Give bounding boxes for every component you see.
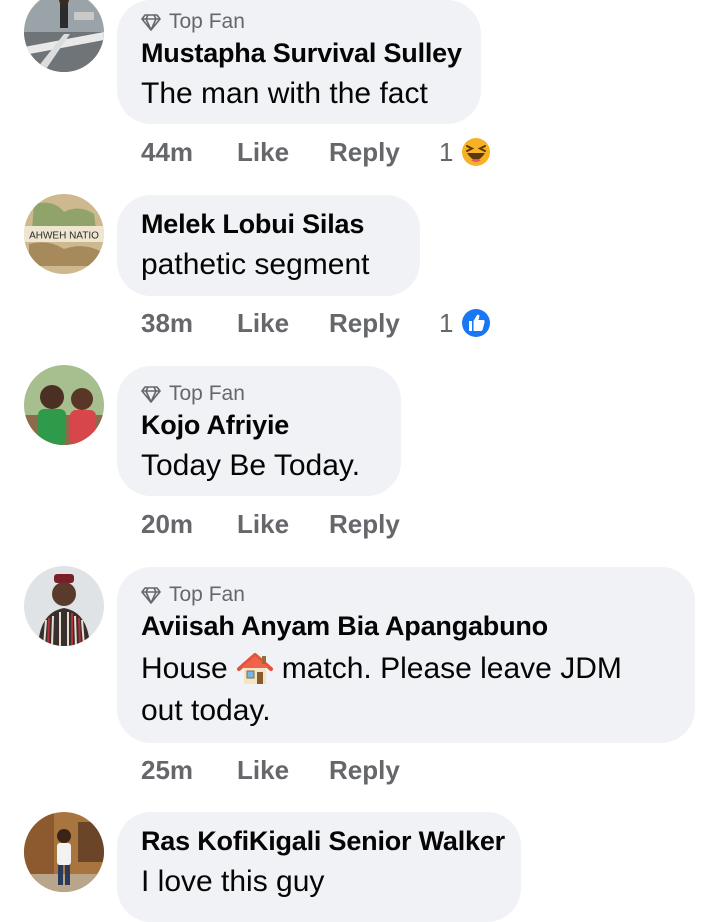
diamond-icon <box>141 587 161 604</box>
comment-actions: 44m Like Reply 1 <box>141 132 493 172</box>
reply-button[interactable]: Reply <box>329 755 439 786</box>
map-banner-avatar-icon: AHWEH NATIO <box>24 194 104 274</box>
top-fan-badge[interactable]: Top Fan <box>141 10 245 34</box>
commenter-name[interactable]: Kojo Afriyie <box>141 410 289 441</box>
avatar[interactable]: AHWEH NATIO <box>24 194 104 274</box>
comment-time[interactable]: 44m <box>141 137 237 168</box>
comment-bubble: Melek Lobui Silas pathetic segment <box>117 195 420 296</box>
badge-label: Top Fan <box>169 10 245 33</box>
person-street-photo-icon <box>24 0 104 72</box>
like-button[interactable]: Like <box>237 509 329 540</box>
reply-button[interactable]: Reply <box>329 509 439 540</box>
comment-text: pathetic segment <box>141 248 370 281</box>
avatar[interactable] <box>24 566 104 646</box>
avatar[interactable] <box>24 812 104 892</box>
comment-time[interactable]: 20m <box>141 509 237 540</box>
like-button[interactable]: Like <box>237 755 329 786</box>
comment-actions: 20m Like Reply <box>141 504 439 544</box>
reply-button[interactable]: Reply <box>329 308 439 339</box>
avatar[interactable] <box>24 365 104 445</box>
comment-text-part: House <box>141 652 228 685</box>
diamond-icon <box>141 14 161 31</box>
top-fan-badge[interactable]: Top Fan <box>141 583 245 607</box>
two-kids-photo-icon <box>24 365 104 445</box>
comment-text: I love this guy <box>141 865 325 898</box>
comment-text: Today Be Today. <box>141 449 361 482</box>
comment-bubble: Top Fan Kojo Afriyie Today Be Today. <box>117 366 401 496</box>
reaction-count: 1 <box>439 307 454 338</box>
comment-text: House match. Please leave JDM out today. <box>141 648 681 732</box>
comment-bubble: Top Fan Mustapha Survival Sulley The man… <box>117 0 481 124</box>
comment-text: The man with the fact <box>141 77 428 110</box>
like-button[interactable]: Like <box>237 137 329 168</box>
commenter-name[interactable]: Aviisah Anyam Bia Apangabuno <box>141 611 548 642</box>
commenter-name[interactable]: Mustapha Survival Sulley <box>141 38 462 69</box>
comment-text-part: match. Please leave JDM <box>281 652 622 685</box>
badge-label: Top Fan <box>169 382 245 405</box>
thumbs-up-icon <box>460 307 493 339</box>
avatar[interactable] <box>24 0 104 72</box>
comment-bubble: Top Fan Aviisah Anyam Bia Apangabuno Hou… <box>117 567 695 743</box>
comment-bubble: Ras KofiKigali Senior Walker I love this… <box>117 812 521 922</box>
comment-time[interactable]: 38m <box>141 308 237 339</box>
commenter-name[interactable]: Melek Lobui Silas <box>141 209 364 240</box>
person-traditional-smock-photo-icon <box>24 566 104 646</box>
like-button[interactable]: Like <box>237 308 329 339</box>
comment-time[interactable]: 25m <box>141 755 237 786</box>
reaction-summary[interactable]: 1 <box>439 135 493 169</box>
reaction-count: 1 <box>439 136 454 167</box>
commenter-name[interactable]: Ras KofiKigali Senior Walker <box>141 826 505 857</box>
comment-actions: 25m Like Reply <box>141 750 439 790</box>
avatar-banner-text: AHWEH NATIO <box>29 231 99 242</box>
haha-emoji-icon <box>460 136 493 168</box>
comment-actions: 38m Like Reply 1 <box>141 303 493 343</box>
house-emoji-icon <box>236 653 273 684</box>
reaction-summary[interactable]: 1 <box>439 306 493 340</box>
top-fan-badge[interactable]: Top Fan <box>141 382 245 406</box>
badge-label: Top Fan <box>169 583 245 606</box>
reply-button[interactable]: Reply <box>329 137 439 168</box>
person-standing-photo-icon <box>24 812 104 892</box>
diamond-icon <box>141 386 161 403</box>
comment-text-line: out today. <box>141 694 271 727</box>
